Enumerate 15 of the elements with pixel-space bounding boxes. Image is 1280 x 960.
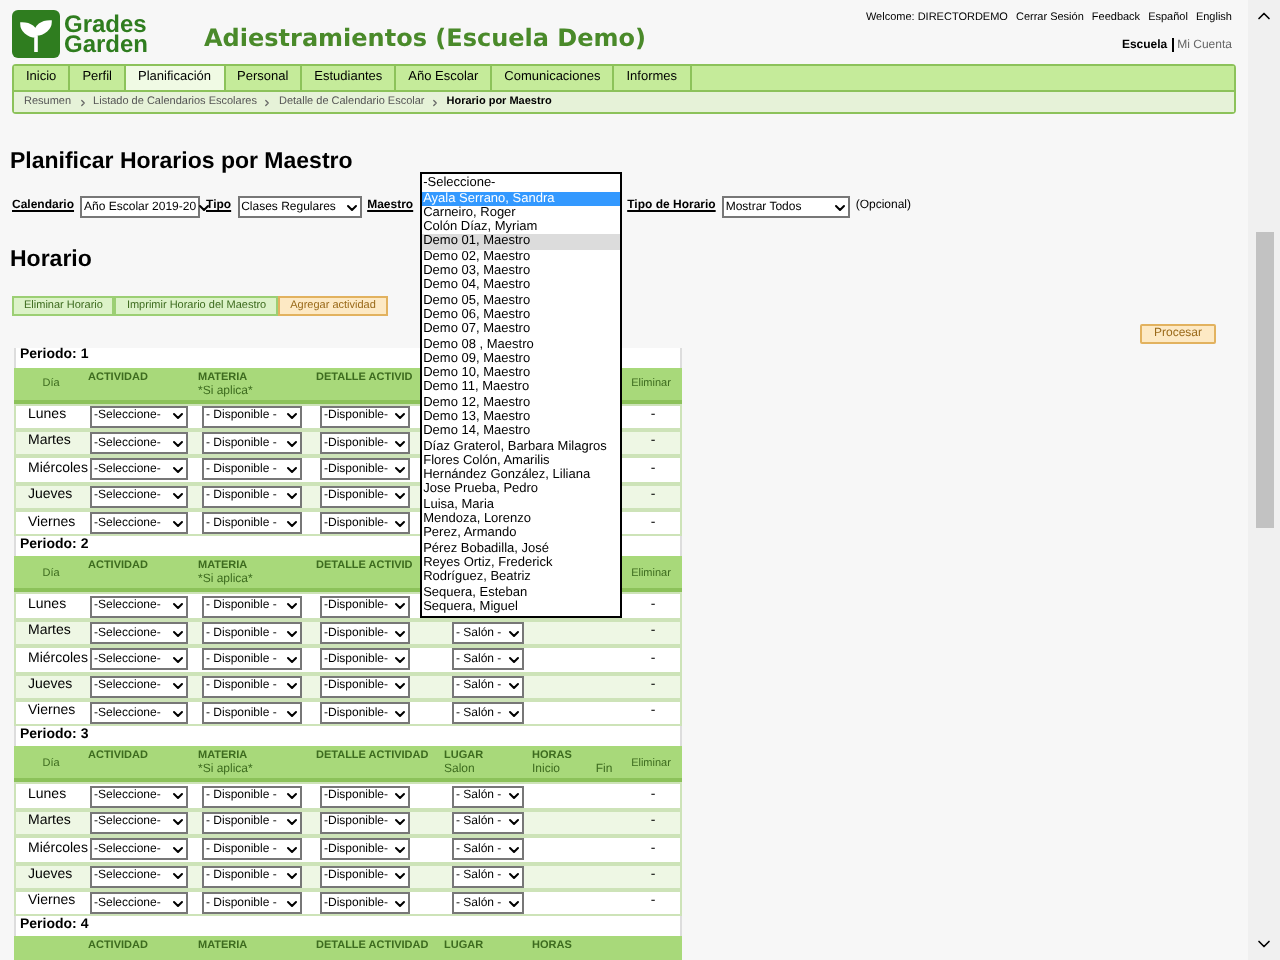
breadcrumb-separator-icon — [430, 97, 441, 107]
logo-text: Grades — [64, 14, 149, 34]
scrollbar-thumb[interactable] — [1255, 232, 1273, 528]
chevron-down-icon — [343, 199, 360, 216]
logo-text: Garden — [64, 34, 149, 54]
chevron-down-icon — [831, 199, 848, 216]
section-title: Horario — [10, 246, 92, 277]
breadcrumb-separator-icon — [262, 97, 273, 107]
scrollbar[interactable] — [1248, 0, 1280, 960]
logo[interactable]: Grades Garden — [12, 10, 149, 58]
page-title: Planificar Horarios por Maestro — [10, 148, 353, 178]
teacher-dropdown-list[interactable] — [419, 172, 622, 619]
breadcrumb-separator-icon — [77, 97, 88, 107]
sprout-icon — [12, 10, 60, 58]
school-title: Adiestramientos (Escuela Demo) — [204, 22, 646, 56]
